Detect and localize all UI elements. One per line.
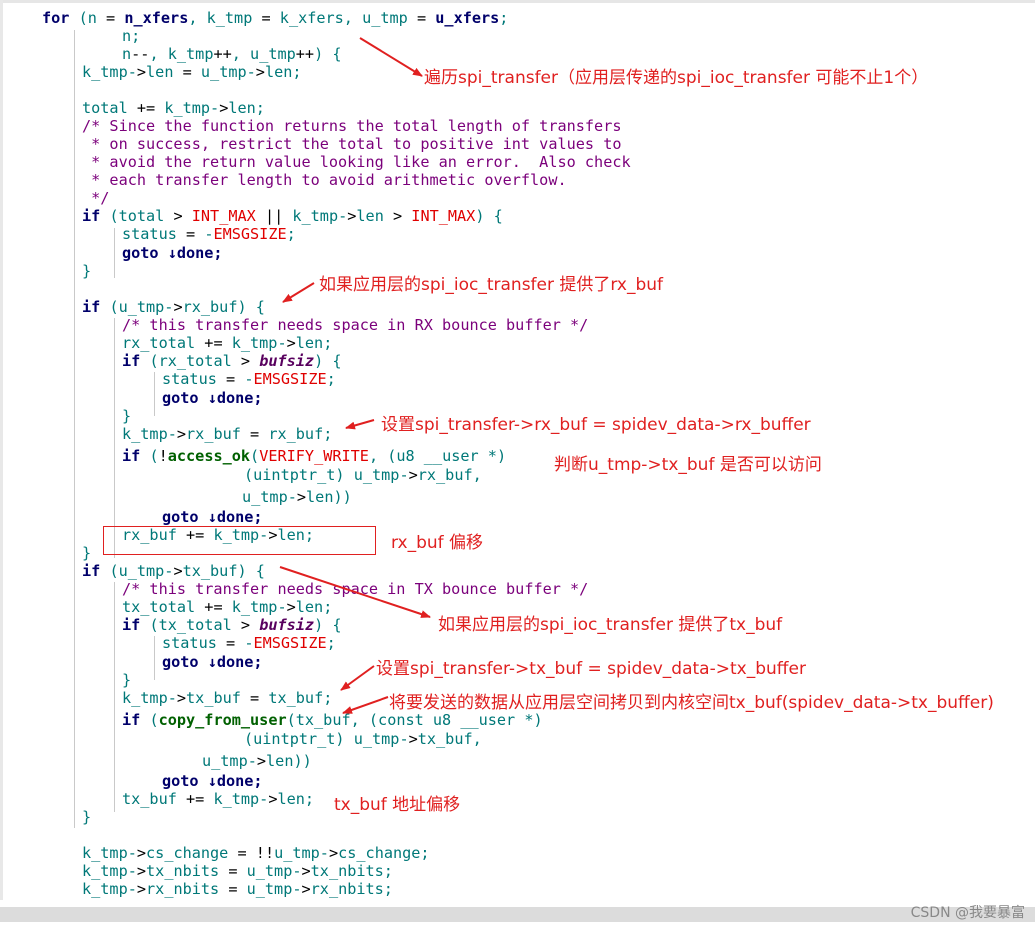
indent-guide: [114, 228, 115, 278]
code-line: tx_buf += k_tmp->len;: [122, 790, 315, 808]
window-left-border: [0, 0, 3, 900]
code-line: if (rx_total > bufsiz) {: [122, 352, 342, 370]
indent-guide: [154, 372, 155, 416]
code-line: u_tmp->len)): [202, 752, 312, 770]
code-line: total += k_tmp->len;: [82, 99, 265, 117]
code-line: goto ↓done;: [162, 389, 263, 407]
code-comment: /* this transfer needs space in TX bounc…: [122, 580, 589, 598]
code-comment: * each transfer length to avoid arithmet…: [82, 171, 567, 189]
code-line: if (tx_total > bufsiz) {: [122, 616, 342, 634]
code-comment: */: [82, 189, 110, 207]
code-line: }: [82, 544, 92, 562]
watermark: CSDN @我要暴富: [910, 905, 1025, 921]
annotation-set-tx-buf: 设置spi_transfer->tx_buf = spidev_data->tx…: [376, 659, 806, 679]
code-line: k_tmp->rx_nbits = u_tmp->rx_nbits;: [82, 880, 393, 898]
code-line: u_tmp->len)): [242, 488, 352, 506]
code-line: status = -EMSGSIZE;: [162, 634, 336, 652]
code-line: if (copy_from_user(tx_buf, (const u8 __u…: [122, 711, 543, 729]
code-line: for (n = n_xfers, k_tmp = k_xfers, u_tmp…: [42, 9, 509, 27]
annotation-loop: 遍历spi_transfer（应用层传递的spi_ioc_transfer 可能…: [424, 68, 929, 88]
code-line: rx_total += k_tmp->len;: [122, 334, 333, 352]
code-line: }: [82, 808, 92, 826]
arrow: [345, 419, 375, 430]
code-line: }: [82, 262, 92, 280]
code-line: k_tmp->tx_buf = tx_buf;: [122, 689, 333, 707]
code-line: (uintptr_t) u_tmp->tx_buf,: [244, 730, 482, 748]
annotation-rx-offset: rx_buf 偏移: [391, 533, 484, 553]
code-line: if (!access_ok(VERIFY_WRITE, (u8 __user …: [122, 447, 507, 465]
code-line: goto ↓done;: [162, 508, 263, 526]
indent-guide: [114, 318, 115, 558]
indent-guide: [114, 582, 115, 812]
code-comment: /* Since the function returns the total …: [82, 117, 622, 135]
annotation-tx-buf-provided: 如果应用层的spi_ioc_transfer 提供了tx_buf: [438, 615, 783, 635]
annotation-rx-buf-provided: 如果应用层的spi_ioc_transfer 提供了rx_buf: [319, 275, 664, 295]
code-line: if (u_tmp->tx_buf) {: [82, 562, 265, 580]
annotation-access-check: 判断u_tmp->tx_buf 是否可以访问: [554, 455, 822, 475]
code-comment: /* this transfer needs space in RX bounc…: [122, 316, 589, 334]
code-line: (uintptr_t) u_tmp->rx_buf,: [244, 466, 482, 484]
code-line: status = -EMSGSIZE;: [162, 370, 336, 388]
indent-guide: [74, 30, 75, 828]
highlight-box: [103, 526, 376, 555]
code-comment: * on success, restrict the total to posi…: [82, 135, 622, 153]
code-line: n--, k_tmp++, u_tmp++) {: [122, 45, 342, 63]
arrow: [359, 37, 423, 77]
code-line: goto ↓done;: [122, 244, 223, 262]
code-line: goto ↓done;: [162, 653, 263, 671]
code-line: if (total > INT_MAX || k_tmp->len > INT_…: [82, 207, 503, 225]
code-line: n;: [122, 27, 141, 45]
code-line: }: [122, 407, 132, 425]
annotation-tx-offset: tx_buf 地址偏移: [334, 795, 461, 815]
code-line: status = -EMSGSIZE;: [122, 225, 296, 243]
window-top-border: [0, 0, 1035, 3]
indent-guide: [154, 636, 155, 680]
code-line: k_tmp->cs_change = !!u_tmp->cs_change;: [82, 844, 430, 862]
annotation-set-rx-buf: 设置spi_transfer->rx_buf = spidev_data->rx…: [381, 415, 811, 435]
code-line: tx_total += k_tmp->len;: [122, 598, 333, 616]
arrow: [282, 282, 315, 303]
annotation-copy-from-user: 将要发送的数据从应用层空间拷贝到内核空间tx_buf(spidev_data->…: [389, 693, 994, 713]
code-line: k_tmp->rx_buf = rx_buf;: [122, 425, 333, 443]
code-line: k_tmp->len = u_tmp->len;: [82, 63, 302, 81]
arrow: [340, 665, 375, 691]
horizontal-scrollbar[interactable]: [0, 907, 1035, 922]
code-line: k_tmp->tx_nbits = u_tmp->tx_nbits;: [82, 862, 393, 880]
code-line: if (u_tmp->rx_buf) {: [82, 298, 265, 316]
code-line: goto ↓done;: [162, 772, 263, 790]
code-comment: * avoid the return value looking like an…: [82, 153, 631, 171]
code-line: }: [122, 671, 132, 689]
